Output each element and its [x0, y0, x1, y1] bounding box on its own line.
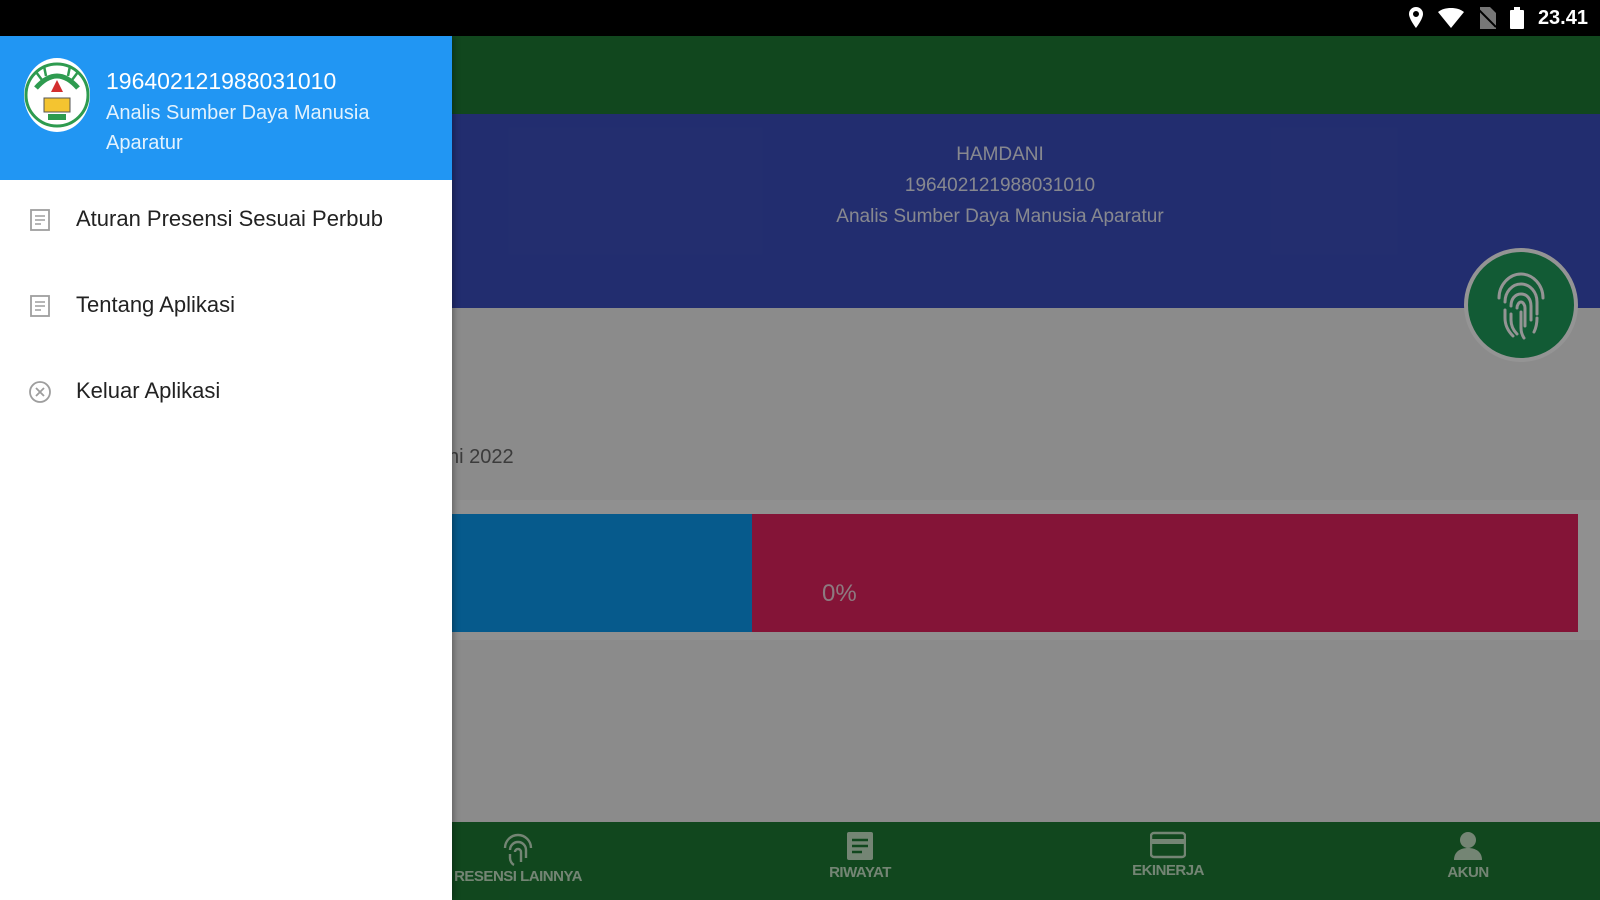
no-sim-icon	[1477, 7, 1496, 29]
menu-tentang-aplikasi[interactable]: Tentang Aplikasi	[0, 266, 452, 346]
status-time: 23.41	[1537, 6, 1588, 29]
battery-icon	[1509, 7, 1524, 29]
drawer-nip: 196402121988031010	[106, 68, 337, 94]
menu-label: Keluar Aplikasi	[76, 378, 221, 403]
drawer-position: Analis Sumber Daya Manusia Aparatur	[106, 102, 370, 154]
navigation-drawer: 196402121988031010 Analis Sumber Daya Ma…	[0, 36, 452, 900]
menu-aturan-presensi[interactable]: Aturan Presensi Sesuai Perbub	[0, 180, 452, 260]
document-icon	[30, 209, 50, 231]
regency-logo-icon	[24, 58, 90, 132]
close-circle-icon	[29, 381, 51, 403]
drawer-header: 196402121988031010 Analis Sumber Daya Ma…	[0, 36, 452, 180]
document-icon	[30, 295, 50, 317]
wifi-icon	[1437, 8, 1464, 28]
status-bar: 23.41	[0, 0, 1600, 36]
app-screen: HAMDANI 196402121988031010 Analis Sumber…	[0, 36, 1600, 900]
menu-keluar-aplikasi[interactable]: Keluar Aplikasi	[0, 352, 452, 432]
menu-label: Aturan Presensi Sesuai Perbub	[76, 206, 383, 231]
status-icons: 23.41	[1408, 6, 1588, 30]
location-icon	[1408, 7, 1423, 28]
menu-label: Tentang Aplikasi	[76, 292, 235, 317]
